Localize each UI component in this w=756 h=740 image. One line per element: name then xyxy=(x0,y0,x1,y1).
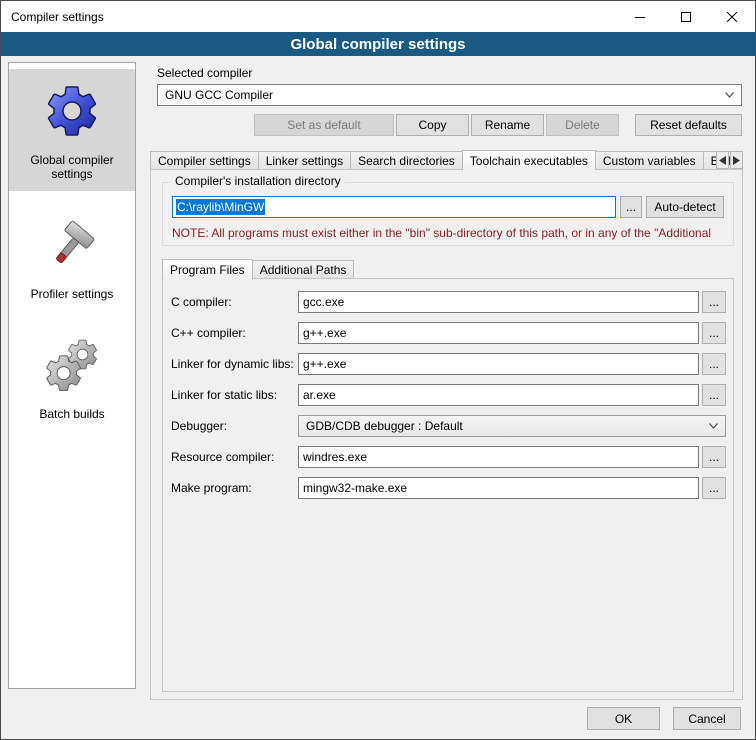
resource-compiler-row: Resource compiler: ... xyxy=(171,446,726,468)
program-files-panel: C compiler: ... C++ compiler: ... Linker… xyxy=(162,278,734,692)
installation-directory-row: C:\raylib\MinGW ... Auto-detect xyxy=(172,196,724,218)
browse-installation-directory-button[interactable]: ... xyxy=(620,196,642,218)
browse-linker-static-button[interactable]: ... xyxy=(702,384,726,406)
window-controls xyxy=(617,1,755,32)
sidebar-item-profiler-settings[interactable]: Profiler settings xyxy=(9,203,135,311)
make-program-label: Make program: xyxy=(171,481,298,495)
minimize-button[interactable] xyxy=(617,1,663,32)
tab-compiler-settings[interactable]: Compiler settings xyxy=(150,151,259,170)
arrow-left-icon xyxy=(719,156,726,165)
dialog-footer: OK Cancel xyxy=(587,707,741,730)
tab-scroll-arrows xyxy=(716,151,743,169)
selected-compiler-label: Selected compiler xyxy=(157,66,252,80)
arrow-right-icon xyxy=(733,156,740,165)
debugger-row: Debugger: GDB/CDB debugger : Default xyxy=(171,415,726,437)
close-button[interactable] xyxy=(709,1,755,32)
chevron-down-icon xyxy=(725,92,734,98)
c-compiler-row: C compiler: ... xyxy=(171,291,726,313)
sidebar-item-label: Global compiler settings xyxy=(11,153,133,181)
hammer-icon xyxy=(40,213,104,277)
set-as-default-button[interactable]: Set as default xyxy=(254,114,394,136)
reset-defaults-button[interactable]: Reset defaults xyxy=(635,114,742,136)
subtab-additional-paths[interactable]: Additional Paths xyxy=(252,260,355,279)
installation-directory-input[interactable]: C:\raylib\MinGW xyxy=(172,196,616,218)
browse-make-program-button[interactable]: ... xyxy=(702,477,726,499)
tab-search-directories[interactable]: Search directories xyxy=(350,151,463,170)
gears-icon xyxy=(40,333,104,397)
resource-compiler-input[interactable] xyxy=(298,446,699,468)
maximize-button[interactable] xyxy=(663,1,709,32)
tab-toolchain-executables[interactable]: Toolchain executables xyxy=(462,150,596,170)
close-icon xyxy=(727,12,737,22)
dialog-content: Global compiler settings Profiler settin… xyxy=(1,56,755,739)
linker-dynamic-input[interactable] xyxy=(298,353,699,375)
window-title: Compiler settings xyxy=(1,10,104,24)
sidebar-item-batch-builds[interactable]: Batch builds xyxy=(9,323,135,431)
tab-scroll-right-button[interactable] xyxy=(730,151,743,169)
resource-compiler-label: Resource compiler: xyxy=(171,450,298,464)
cancel-button[interactable]: Cancel xyxy=(673,707,741,730)
settings-tabs: Compiler settings Linker settings Search… xyxy=(150,149,743,170)
installation-directory-group-title: Compiler's installation directory xyxy=(171,174,345,188)
minimize-icon xyxy=(635,12,645,22)
make-program-input[interactable] xyxy=(298,477,699,499)
c-compiler-input[interactable] xyxy=(298,291,699,313)
linker-static-input[interactable] xyxy=(298,384,699,406)
installation-directory-group: Compiler's installation directory C:\ray… xyxy=(162,182,734,246)
compiler-select-value: GNU GCC Compiler xyxy=(165,88,273,102)
sidebar-item-label: Batch builds xyxy=(39,407,104,421)
cpp-compiler-input[interactable] xyxy=(298,322,699,344)
make-program-row: Make program: ... xyxy=(171,477,726,499)
ok-button[interactable]: OK xyxy=(587,707,660,730)
compiler-settings-window: Compiler settings Global compiler settin… xyxy=(0,0,756,740)
browse-resource-compiler-button[interactable]: ... xyxy=(702,446,726,468)
program-tabs: Program Files Additional Paths xyxy=(162,258,353,279)
global-compiler-settings-page: Selected compiler GNU GCC Compiler Set a… xyxy=(143,56,748,739)
c-compiler-label: C compiler: xyxy=(171,295,298,309)
linker-static-row: Linker for static libs: ... xyxy=(171,384,726,406)
cpp-compiler-row: C++ compiler: ... xyxy=(171,322,726,344)
debugger-select[interactable]: GDB/CDB debugger : Default xyxy=(298,415,726,437)
page-title: Global compiler settings xyxy=(290,36,465,53)
debugger-select-value: GDB/CDB debugger : Default xyxy=(306,419,463,433)
linker-dynamic-label: Linker for dynamic libs: xyxy=(171,357,298,371)
tab-scroll-left-button[interactable] xyxy=(716,151,729,169)
dialog-header: Global compiler settings xyxy=(1,32,755,56)
tab-custom-variables[interactable]: Custom variables xyxy=(595,151,704,170)
copy-button[interactable]: Copy xyxy=(396,114,469,136)
chevron-down-icon xyxy=(709,423,718,429)
titlebar: Compiler settings xyxy=(1,1,755,32)
compiler-select[interactable]: GNU GCC Compiler xyxy=(157,84,742,106)
installation-directory-value: C:\raylib\MinGW xyxy=(176,199,265,215)
linker-dynamic-row: Linker for dynamic libs: ... xyxy=(171,353,726,375)
toolchain-executables-panel: Compiler's installation directory C:\ray… xyxy=(150,169,743,700)
auto-detect-button[interactable]: Auto-detect xyxy=(646,196,724,218)
gear-icon xyxy=(40,79,104,143)
browse-c-compiler-button[interactable]: ... xyxy=(702,291,726,313)
sidebar-item-label: Profiler settings xyxy=(31,287,114,301)
settings-category-list: Global compiler settings Profiler settin… xyxy=(8,62,136,689)
rename-button[interactable]: Rename xyxy=(471,114,544,136)
browse-linker-dynamic-button[interactable]: ... xyxy=(702,353,726,375)
bin-subdirectory-note: NOTE: All programs must exist either in … xyxy=(172,226,732,240)
subtab-program-files[interactable]: Program Files xyxy=(162,259,253,280)
sidebar-item-global-compiler-settings[interactable]: Global compiler settings xyxy=(9,69,135,191)
linker-static-label: Linker for static libs: xyxy=(171,388,298,402)
maximize-icon xyxy=(681,12,691,22)
compiler-actions: Set as default Copy Rename Delete Reset … xyxy=(157,114,742,136)
debugger-label: Debugger: xyxy=(171,419,298,433)
browse-cpp-compiler-button[interactable]: ... xyxy=(702,322,726,344)
delete-button[interactable]: Delete xyxy=(546,114,619,136)
cpp-compiler-label: C++ compiler: xyxy=(171,326,298,340)
tab-linker-settings[interactable]: Linker settings xyxy=(258,151,351,170)
